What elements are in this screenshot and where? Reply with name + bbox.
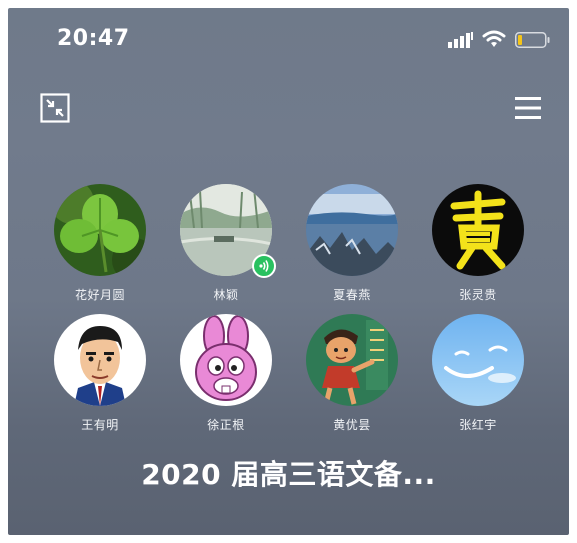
participant-tile[interactable]: 夏春燕 — [292, 184, 412, 303]
participant-name: 徐正根 — [207, 418, 245, 432]
clover-avatar — [54, 184, 146, 276]
signal-icon — [448, 32, 473, 48]
participant-tile[interactable]: 徐正根 — [166, 314, 286, 433]
cartoon-boy-avatar — [306, 314, 398, 406]
participant-name: 黄优昙 — [333, 418, 371, 432]
participant-name: 林颖 — [213, 288, 239, 302]
participant-tile[interactable]: 张红宇 — [418, 314, 538, 433]
participant-name: 张灵贵 — [459, 288, 497, 302]
participant-name: 夏春燕 — [333, 288, 371, 302]
calligraphy-avatar — [432, 184, 524, 276]
participant-tile[interactable]: 林颖 — [166, 184, 286, 303]
status-time: 20:47 — [57, 26, 130, 51]
participant-name: 王有明 — [81, 418, 119, 432]
blue-sky-avatar — [432, 314, 524, 406]
minimize-window-icon[interactable] — [40, 93, 70, 123]
call-screen: 20:47 花好月圆 林颖 夏春燕 张灵贵 王有明 徐正根 黄优昙 张红宇 20… — [8, 8, 569, 535]
participant-name: 张红宇 — [459, 418, 497, 432]
speaking-indicator-icon — [252, 254, 276, 278]
participant-tile[interactable]: 张灵贵 — [418, 184, 538, 303]
participant-tile[interactable]: 花好月圆 — [40, 184, 160, 303]
participant-name: 花好月圆 — [74, 288, 125, 302]
landscape-avatar — [306, 184, 398, 276]
pink-rabbit-avatar — [180, 314, 272, 406]
battery-icon — [515, 32, 550, 48]
menu-icon[interactable] — [513, 94, 543, 122]
meeting-title: 2020 届高三语文备... — [141, 458, 436, 491]
participant-tile[interactable]: 黄优昙 — [292, 314, 412, 433]
cartoon-man-avatar — [54, 314, 146, 406]
wifi-icon — [482, 30, 506, 47]
participant-tile[interactable]: 王有明 — [40, 314, 160, 433]
status-bar: 20:47 — [8, 8, 569, 70]
